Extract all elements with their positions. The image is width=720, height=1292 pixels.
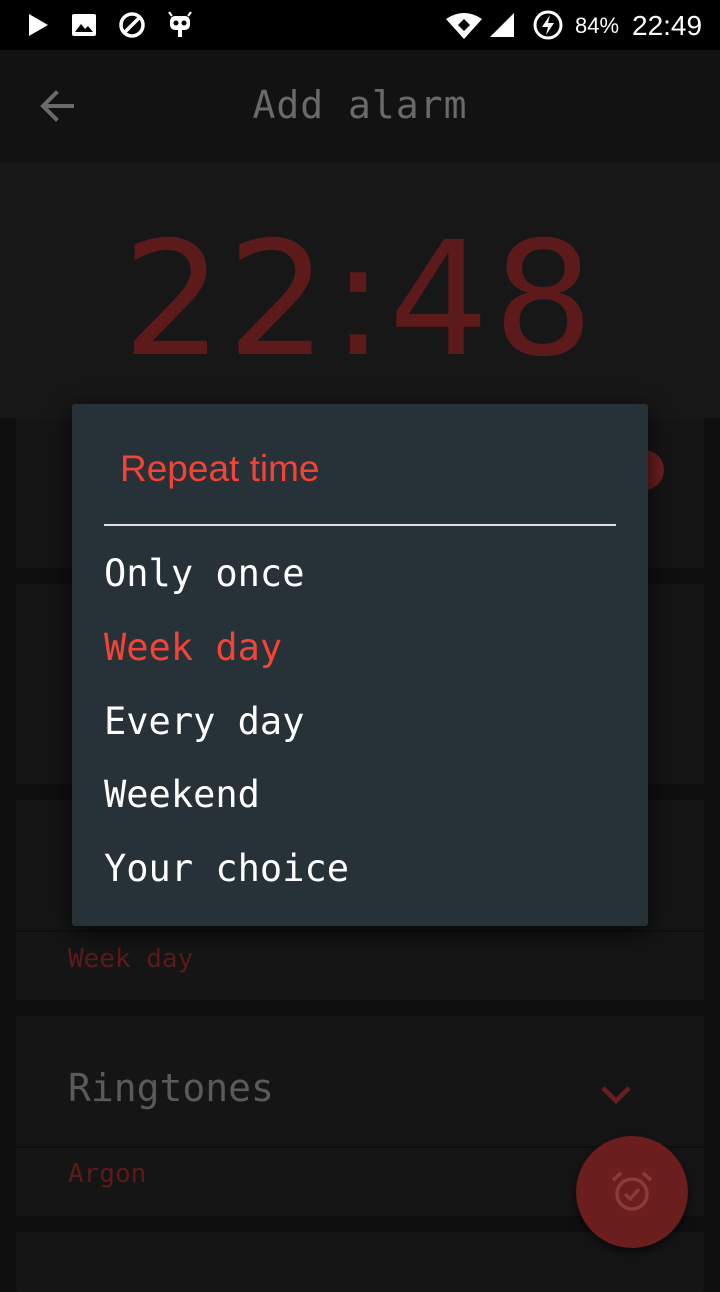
ringtones-label: Ringtones bbox=[68, 1066, 274, 1110]
battery-percent: 84% bbox=[575, 13, 620, 38]
option-week-day[interactable]: Week day bbox=[104, 612, 616, 684]
page-title: Add alarm bbox=[252, 83, 468, 127]
ringtone-value: Argon bbox=[68, 1159, 147, 1189]
repeat-time-dialog: Repeat time Only once Week day Every day… bbox=[72, 404, 648, 926]
option-your-choice[interactable]: Your choice bbox=[104, 833, 616, 905]
signal-icon bbox=[490, 13, 514, 37]
battery-charging-icon bbox=[533, 10, 563, 40]
wifi-icon bbox=[446, 13, 482, 39]
android-bug-icon bbox=[168, 11, 192, 37]
alarm-time-display[interactable]: 22:48 bbox=[0, 210, 720, 390]
option-only-once[interactable]: Only once bbox=[104, 538, 616, 610]
image-icon bbox=[72, 14, 96, 36]
dialog-title: Repeat time bbox=[120, 448, 320, 489]
status-time: 22:49 bbox=[632, 10, 703, 41]
option-every-day[interactable]: Every day bbox=[104, 686, 616, 758]
chevron-down-icon[interactable] bbox=[600, 1084, 632, 1106]
dialog-divider bbox=[104, 524, 616, 526]
blocked-icon bbox=[119, 12, 145, 38]
play-icon bbox=[29, 14, 48, 36]
status-bar: 84% 22:49 bbox=[0, 0, 720, 50]
next-card[interactable] bbox=[16, 1232, 704, 1292]
card-divider bbox=[16, 930, 704, 932]
repeat-value: Week day bbox=[68, 944, 194, 974]
alarm-check-icon bbox=[611, 1171, 653, 1211]
option-weekend[interactable]: Weekend bbox=[104, 759, 616, 831]
save-alarm-button[interactable] bbox=[576, 1136, 688, 1248]
